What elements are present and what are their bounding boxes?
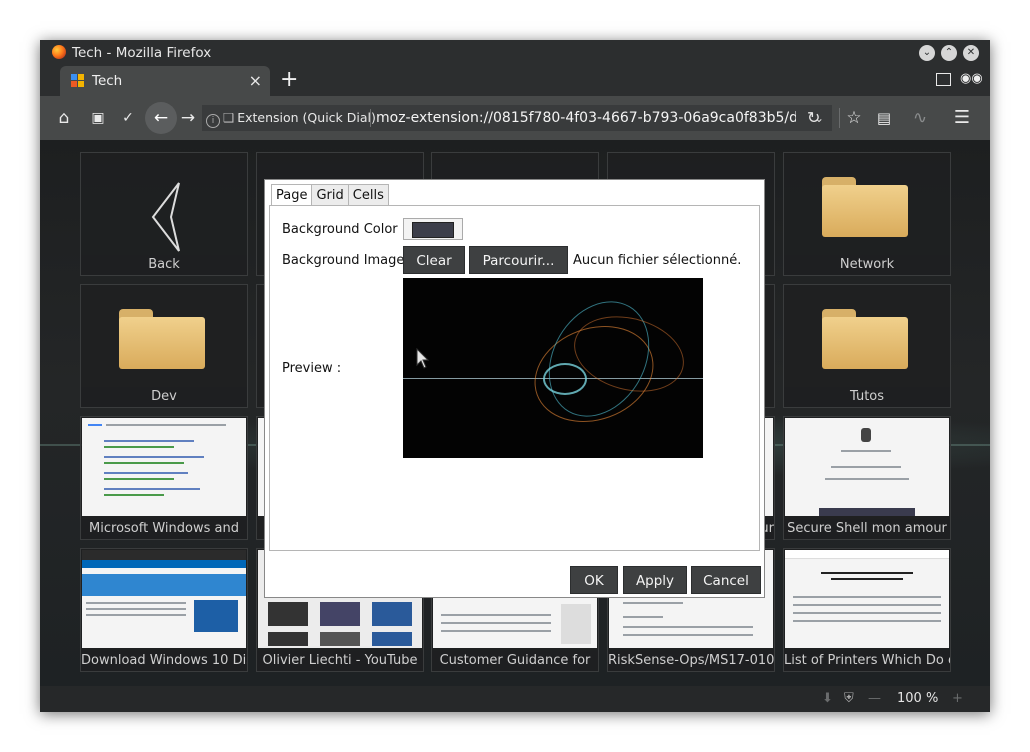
status-bar: ⬇ ⛨ — 100 % + [40, 686, 990, 712]
dial-cell-label: List of Printers Which Do or [784, 651, 950, 671]
zoom-out-icon[interactable]: — [868, 691, 881, 706]
dial-cell-label: Back [81, 255, 247, 275]
home-icon[interactable]: ⌂ [54, 108, 74, 128]
dial-cell-label: RiskSense-Ops/MS17-010: [608, 651, 774, 671]
dial-cell-network[interactable]: Network [783, 152, 951, 276]
window-title: Tech - Mozilla Firefox [72, 45, 212, 61]
dial-cell-label: Dev [81, 387, 247, 407]
pocket-icon[interactable]: ✓ [118, 108, 138, 128]
url-text[interactable]: moz-extension://0815f780-4f03-4667-b793-… [376, 105, 796, 131]
folder-icon [822, 177, 908, 237]
page-thumbnail [785, 550, 949, 648]
dial-cell-download-windows[interactable]: Download Windows 10 Disc [80, 548, 248, 672]
screenshot-icon[interactable]: ▣ [88, 108, 108, 128]
tab-strip: Tech × + ◉◉ [40, 66, 990, 96]
reading-list-icon[interactable]: ▤ [874, 108, 894, 128]
tab-page[interactable]: Page [271, 184, 313, 207]
clear-button[interactable]: Clear [403, 246, 465, 274]
menu-icon[interactable]: ☰ [952, 108, 972, 128]
preview-label: Preview : [282, 361, 342, 376]
dial-cell-label: Customer Guidance for [432, 651, 598, 671]
ublock-shield-icon[interactable]: ⛨ [844, 691, 854, 706]
dial-cell-microsoft[interactable]: Microsoft Windows and [80, 416, 248, 540]
forward-icon[interactable]: → [178, 108, 198, 128]
back-chevron-icon [151, 182, 180, 252]
toolbar-divider [839, 108, 840, 128]
rss-icon[interactable]: ∿ [910, 108, 930, 128]
dial-cell-label: Network [784, 255, 950, 275]
tab-label: Tech [92, 73, 123, 89]
page-thumbnail [82, 418, 246, 516]
page-thumbnail [82, 550, 246, 648]
dial-cell-dev[interactable]: Dev [80, 284, 248, 408]
url-divider [370, 109, 371, 127]
dialog-tabs: Page Grid Cells [271, 184, 389, 207]
background-preview-image [403, 278, 703, 458]
tab-tech[interactable]: Tech × [60, 66, 270, 96]
tab-list-icon[interactable] [936, 73, 951, 86]
no-file-text: Aucun fichier sélectionné. [573, 253, 742, 268]
tab-grid[interactable]: Grid [311, 184, 349, 206]
dial-cell-label: Microsoft Windows and [81, 519, 247, 539]
page-thumbnail [785, 418, 949, 516]
folder-icon [822, 309, 908, 369]
background-image-label: Background Image : [282, 253, 413, 268]
dial-cell-label: Download Windows 10 Disc [81, 651, 247, 671]
cancel-button[interactable]: Cancel [691, 566, 761, 594]
identity-box[interactable]: i ❑ Extension (Quick Dial) [202, 105, 376, 131]
mouse-cursor-icon [416, 348, 430, 369]
identity-label: Extension (Quick Dial) [237, 110, 376, 125]
title-bar: Tech - Mozilla Firefox ⌄ ⌃ ✕ [40, 40, 990, 66]
dial-cell-tutos[interactable]: Tutos [783, 284, 951, 408]
tab-close-icon[interactable]: × [249, 71, 262, 90]
bookmark-star-icon[interactable]: ☆ [844, 108, 864, 128]
url-bar[interactable]: i ❑ Extension (Quick Dial) moz-extension:/… [202, 105, 832, 131]
settings-dialog: Page Grid Cells Background Color : Backg… [264, 179, 765, 598]
color-swatch [412, 222, 454, 238]
dial-cell-secure-shell[interactable]: Secure Shell mon amour [783, 416, 951, 540]
dial-cell-label: Olivier Liechti - YouTube [257, 651, 423, 671]
dial-cell-label: Tutos [784, 387, 950, 407]
info-icon: i [206, 114, 220, 128]
background-color-picker[interactable] [403, 218, 463, 240]
nav-toolbar: ⌂ ▣ ✓ ← → i ❑ Extension (Quick Dial) moz-e… [40, 96, 990, 140]
close-icon[interactable]: ✕ [963, 45, 979, 61]
ok-button[interactable]: OK [570, 566, 618, 594]
extension-puzzle-icon: ❑ [223, 110, 235, 125]
page-settings-panel: Background Color : Background Image : Cl… [269, 205, 760, 551]
folder-icon [119, 309, 205, 369]
download-icon[interactable]: ⬇ [822, 691, 833, 706]
browse-button[interactable]: Parcourir... [469, 246, 568, 274]
dial-cell-back[interactable]: Back [80, 152, 248, 276]
background-color-label: Background Color : [282, 222, 407, 237]
private-mask-icon[interactable]: ◉◉ [960, 72, 983, 86]
maximize-icon[interactable]: ⌃ [941, 45, 957, 61]
new-tab-button[interactable]: + [280, 68, 298, 92]
back-button[interactable]: ← [145, 102, 177, 134]
dial-cell-label: Secure Shell mon amour [784, 519, 950, 539]
tab-cells[interactable]: Cells [347, 184, 389, 206]
zoom-level[interactable]: 100 % [897, 691, 938, 706]
firefox-logo-icon [52, 45, 66, 59]
dial-cell-list-of-printers[interactable]: List of Printers Which Do or [783, 548, 951, 672]
zoom-in-icon[interactable]: + [952, 691, 963, 706]
minimize-icon[interactable]: ⌄ [919, 45, 935, 61]
quick-dial-favicon-icon [71, 74, 84, 87]
apply-button[interactable]: Apply [623, 566, 687, 594]
reload-icon[interactable]: ↻ [807, 108, 820, 127]
